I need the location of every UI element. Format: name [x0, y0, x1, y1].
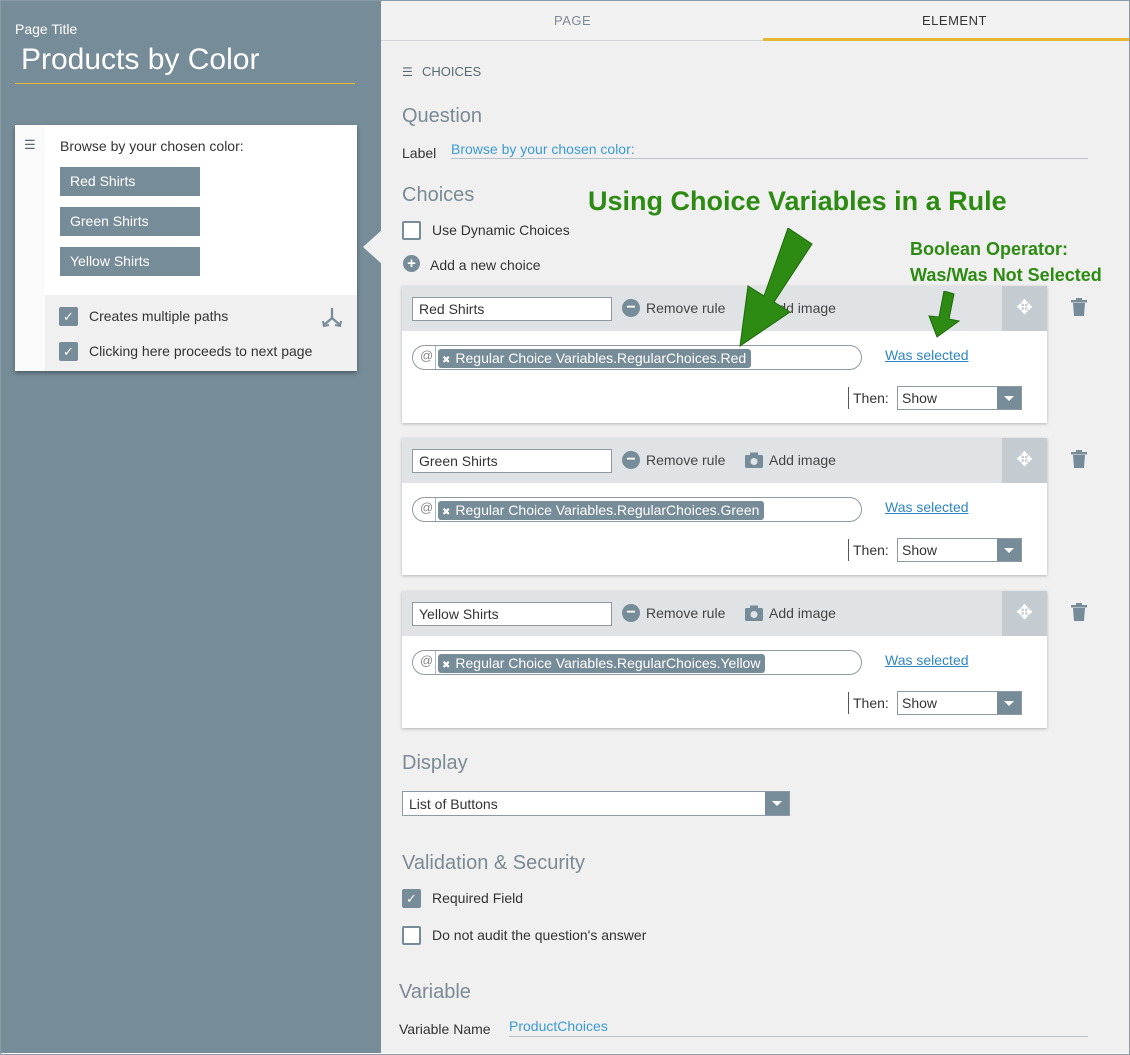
variable-tag[interactable]: ✖ Regular Choice Variables.RegularChoices… [438, 654, 766, 673]
page-title[interactable]: Products by Color [21, 43, 259, 77]
annotation-title: Using Choice Variables in a Rule [588, 186, 1007, 216]
at-icon: @ [420, 348, 434, 363]
variable-input[interactable]: @ ✖ Regular Choice Variables.RegularChoic… [412, 497, 862, 522]
tab-element[interactable]: ELEMENT [922, 13, 987, 28]
then-label: Then: [853, 695, 889, 711]
element-type-label: CHOICES [422, 64, 482, 79]
question-preview-text: Browse by your chosen color: [60, 138, 244, 154]
no-audit-label: Do not audit the question's answer [432, 927, 647, 943]
operator-link[interactable]: Was selected [885, 347, 969, 363]
then-select[interactable]: Show [897, 691, 1022, 715]
variable-name-underline [509, 1036, 1088, 1037]
label-field-label: Label [402, 145, 437, 161]
required-field-checkbox[interactable]: ✓ [402, 889, 421, 908]
choices-section-title: Choices [402, 184, 475, 206]
add-image-button[interactable]: Add image [769, 452, 836, 468]
label-field-input[interactable]: Browse by your chosen color: [451, 141, 635, 157]
display-section-title: Display [402, 752, 468, 774]
then-label: Then: [853, 542, 889, 558]
rule-header: Green Shirts − Remove rule Add image ✥ [402, 438, 1047, 483]
validation-section-title: Validation & Security [402, 852, 586, 874]
tab-active-indicator [763, 38, 1129, 41]
chevron-down-icon [997, 692, 1021, 714]
multiple-paths-checkbox[interactable]: ✓ [59, 307, 78, 326]
choice-button-red[interactable]: Red Shirts [60, 167, 200, 196]
multiple-paths-label: Creates multiple paths [89, 308, 229, 324]
question-preview-card[interactable]: ☰ Browse by your chosen color: Red Shirt… [15, 125, 357, 371]
rule-name-input[interactable]: Yellow Shirts [412, 602, 612, 626]
remove-tag-icon[interactable]: ✖ [442, 355, 450, 366]
rule-name-input[interactable]: Red Shirts [412, 297, 612, 321]
next-page-label: Clicking here proceeds to next page [89, 343, 313, 359]
variable-input[interactable]: @ ✖ Regular Choice Variables.RegularChoic… [412, 345, 862, 370]
rule-header: Yellow Shirts − Remove rule Add image ✥ [402, 591, 1047, 636]
add-choice-link[interactable]: Add a new choice [430, 257, 541, 273]
annotation-arrow-large [739, 228, 813, 348]
annotation-arrow-small [928, 291, 961, 338]
variable-tag[interactable]: ✖ Regular Choice Variables.RegularChoices… [438, 349, 752, 368]
at-icon: @ [420, 653, 434, 668]
remove-tag-icon[interactable]: ✖ [442, 660, 450, 671]
chevron-down-icon [765, 792, 789, 815]
chevron-down-icon [997, 539, 1021, 561]
remove-circle-icon[interactable]: − [622, 604, 640, 622]
label-field-underline [451, 158, 1088, 159]
page-title-underline [15, 83, 355, 84]
remove-tag-icon[interactable]: ✖ [442, 507, 450, 518]
add-image-button[interactable]: Add image [769, 605, 836, 621]
question-section-title: Question [402, 105, 483, 127]
choice-rule: Yellow Shirts − Remove rule Add image ✥ … [402, 591, 1047, 728]
then-select[interactable]: Show [897, 386, 1022, 410]
remove-rule-button[interactable]: Remove rule [646, 300, 725, 316]
move-icon[interactable]: ✥ [1002, 438, 1047, 483]
operator-link[interactable]: Was selected [885, 499, 969, 515]
remove-rule-button[interactable]: Remove rule [646, 605, 725, 621]
rule-name-input[interactable]: Green Shirts [412, 449, 612, 473]
card-pointer [363, 229, 383, 265]
required-field-label: Required Field [432, 890, 524, 906]
dynamic-choices-label: Use Dynamic Choices [432, 222, 570, 238]
page-title-label: Page Title [15, 21, 78, 37]
variable-tag[interactable]: ✖ Regular Choice Variables.RegularChoices… [438, 501, 765, 520]
trash-icon[interactable] [1071, 603, 1087, 623]
remove-circle-icon[interactable]: − [622, 451, 640, 469]
then-label: Then: [853, 390, 889, 406]
variable-name-label: Variable Name [399, 1021, 491, 1037]
choice-rule: Green Shirts − Remove rule Add image ✥ @… [402, 438, 1047, 575]
operator-link[interactable]: Was selected [885, 652, 969, 668]
camera-icon[interactable] [745, 605, 763, 621]
variable-name-input[interactable]: ProductChoices [509, 1018, 608, 1034]
choice-button-yellow[interactable]: Yellow Shirts [60, 247, 200, 276]
variable-input[interactable]: @ ✖ Regular Choice Variables.RegularChoic… [412, 650, 862, 675]
trash-icon[interactable] [1071, 450, 1087, 470]
dynamic-choices-checkbox[interactable] [402, 221, 421, 240]
then-select[interactable]: Show [897, 538, 1022, 562]
chevron-down-icon [997, 387, 1021, 409]
move-icon[interactable]: ✥ [1002, 591, 1047, 636]
question-options: ✓ Creates multiple paths ✓ Clicking here… [45, 295, 357, 371]
branch-paths-icon [322, 308, 342, 328]
annotation-boolean-operator: Boolean Operator: Was/Was Not Selected [910, 239, 1102, 285]
no-audit-checkbox[interactable] [402, 926, 421, 945]
list-icon: ☰ [24, 137, 36, 152]
choice-button-green[interactable]: Green Shirts [60, 207, 200, 236]
display-type-select[interactable]: List of Buttons [402, 791, 790, 816]
tab-bar: PAGE ELEMENT [381, 1, 1129, 41]
at-icon: @ [420, 500, 434, 515]
camera-icon[interactable] [745, 452, 763, 468]
properties-panel: PAGE ELEMENT ☰ CHOICES Question Label Br… [381, 1, 1129, 1053]
move-icon[interactable]: ✥ [1002, 286, 1047, 331]
variable-section-title: Variable [399, 981, 471, 1003]
list-icon: ☰ [402, 65, 413, 79]
next-page-checkbox[interactable]: ✓ [59, 342, 78, 361]
trash-icon[interactable] [1071, 298, 1087, 318]
tab-page[interactable]: PAGE [554, 13, 591, 28]
remove-circle-icon[interactable]: − [622, 299, 640, 317]
question-preview-body: Browse by your chosen color: Red Shirts … [45, 125, 357, 295]
remove-rule-button[interactable]: Remove rule [646, 452, 725, 468]
page-preview-panel: Page Title Products by Color ☰ Browse by… [1, 1, 383, 1053]
add-circle-icon[interactable]: + [403, 255, 420, 272]
